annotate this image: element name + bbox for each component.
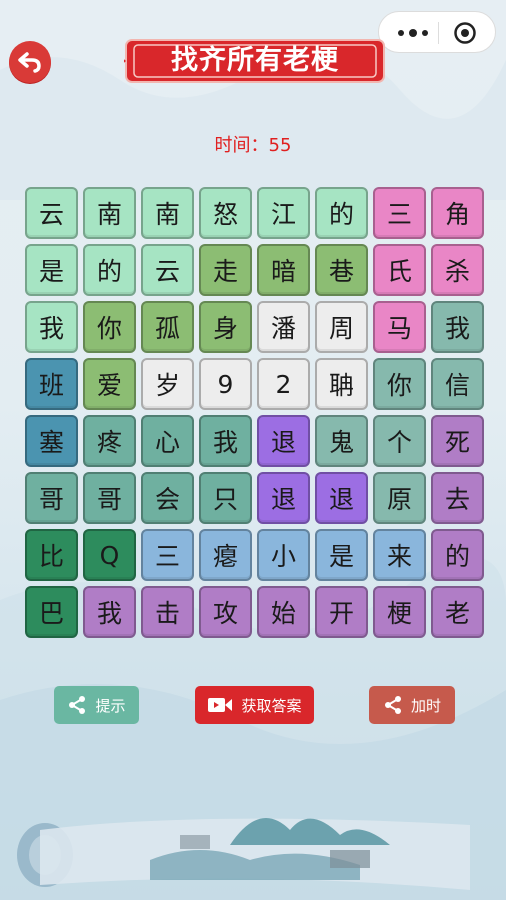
grid-tile[interactable]: 退 — [257, 472, 310, 524]
grid-tile[interactable]: 梗 — [373, 586, 426, 638]
grid-tile[interactable]: 我 — [25, 301, 78, 353]
grid-tile[interactable]: 云 — [141, 244, 194, 296]
grid-tile[interactable]: 三 — [373, 187, 426, 239]
grid-tile[interactable]: 南 — [141, 187, 194, 239]
video-icon — [208, 698, 233, 712]
grid-tile[interactable]: 我 — [199, 415, 252, 467]
grid-tile[interactable]: 是 — [315, 529, 368, 581]
grid-tile[interactable]: 个 — [373, 415, 426, 467]
grid-tile[interactable]: 击 — [141, 586, 194, 638]
character-grid: 云南南怒江的三角是的云走暗巷氏杀我你孤身潘周马我班爱岁92聃你信塞疼心我退鬼个死… — [25, 187, 484, 642]
page-title: 找齐所有老梗 — [171, 45, 339, 76]
capsule-divider — [438, 22, 439, 44]
grid-tile[interactable]: 南 — [83, 187, 136, 239]
grid-tile[interactable]: 你 — [83, 301, 136, 353]
grid-tile[interactable]: 三 — [141, 529, 194, 581]
grid-tile[interactable]: 心 — [141, 415, 194, 467]
grid-tile[interactable]: 我 — [83, 586, 136, 638]
grid-tile[interactable]: 的 — [315, 187, 368, 239]
grid-tile[interactable]: 退 — [257, 415, 310, 467]
grid-tile[interactable]: 班 — [25, 358, 78, 410]
more-dots-icon[interactable] — [391, 22, 435, 44]
grid-tile[interactable]: 的 — [83, 244, 136, 296]
grid-tile[interactable]: 2 — [257, 358, 310, 410]
target-close-icon[interactable] — [453, 21, 477, 45]
hint-label: 提示 — [95, 696, 126, 715]
title-banner: 找齐所有老梗 — [118, 36, 386, 86]
grid-tile[interactable]: 疼 — [83, 415, 136, 467]
grid-tile[interactable]: 孤 — [141, 301, 194, 353]
grid-tile[interactable]: 江 — [257, 187, 310, 239]
grid-tile[interactable]: 老 — [431, 586, 484, 638]
grid-tile[interactable]: 死 — [431, 415, 484, 467]
grid-tile[interactable]: 只 — [199, 472, 252, 524]
grid-tile[interactable]: 周 — [315, 301, 368, 353]
grid-tile[interactable]: 开 — [315, 586, 368, 638]
grid-tile[interactable]: 哥 — [83, 472, 136, 524]
grid-tile[interactable]: 走 — [199, 244, 252, 296]
grid-tile[interactable]: 氏 — [373, 244, 426, 296]
timer-label: 时间：55 — [214, 135, 292, 156]
grid-tile[interactable]: 会 — [141, 472, 194, 524]
grid-tile[interactable]: 塞 — [25, 415, 78, 467]
grid-tile[interactable]: 来 — [373, 529, 426, 581]
grid-tile[interactable]: 瘪 — [199, 529, 252, 581]
grid-tile[interactable]: 始 — [257, 586, 310, 638]
grid-tile[interactable]: 你 — [373, 358, 426, 410]
share-icon — [69, 696, 86, 714]
grid-tile[interactable]: 攻 — [199, 586, 252, 638]
grid-tile[interactable]: 岁 — [141, 358, 194, 410]
grid-tile[interactable]: 我 — [431, 301, 484, 353]
share-icon — [384, 696, 401, 714]
grid-tile[interactable]: 聃 — [315, 358, 368, 410]
grid-tile[interactable]: 鬼 — [315, 415, 368, 467]
grid-tile[interactable]: 信 — [431, 358, 484, 410]
grid-tile[interactable]: 马 — [373, 301, 426, 353]
get-answer-button[interactable]: 获取答案 — [195, 686, 314, 724]
grid-tile[interactable]: 暗 — [257, 244, 310, 296]
grid-tile[interactable]: 退 — [315, 472, 368, 524]
grid-tile[interactable]: 小 — [257, 529, 310, 581]
grid-tile[interactable]: 9 — [199, 358, 252, 410]
grid-tile[interactable]: 角 — [431, 187, 484, 239]
grid-tile[interactable]: 哥 — [25, 472, 78, 524]
grid-tile[interactable]: 去 — [431, 472, 484, 524]
grid-tile[interactable]: 是 — [25, 244, 78, 296]
add-time-label: 加时 — [410, 696, 441, 715]
add-time-button[interactable]: 加时 — [369, 686, 455, 724]
grid-tile[interactable]: 巴 — [25, 586, 78, 638]
grid-tile[interactable]: 比 — [25, 529, 78, 581]
grid-tile[interactable]: 爱 — [83, 358, 136, 410]
grid-tile[interactable]: 的 — [431, 529, 484, 581]
grid-tile[interactable]: 潘 — [257, 301, 310, 353]
grid-tile[interactable]: 怒 — [199, 187, 252, 239]
grid-tile[interactable]: 云 — [25, 187, 78, 239]
back-arrow-icon — [18, 52, 41, 73]
grid-tile[interactable]: 原 — [373, 472, 426, 524]
grid-tile[interactable]: 身 — [199, 301, 252, 353]
grid-tile[interactable]: Q — [83, 529, 136, 581]
back-button[interactable] — [9, 41, 51, 83]
get-answer-label: 获取答案 — [241, 696, 302, 715]
grid-tile[interactable]: 巷 — [315, 244, 368, 296]
scroll-landscape-decoration — [17, 818, 470, 890]
hint-button[interactable]: 提示 — [54, 686, 139, 724]
grid-tile[interactable]: 杀 — [431, 244, 484, 296]
miniprogram-capsule — [378, 11, 496, 53]
